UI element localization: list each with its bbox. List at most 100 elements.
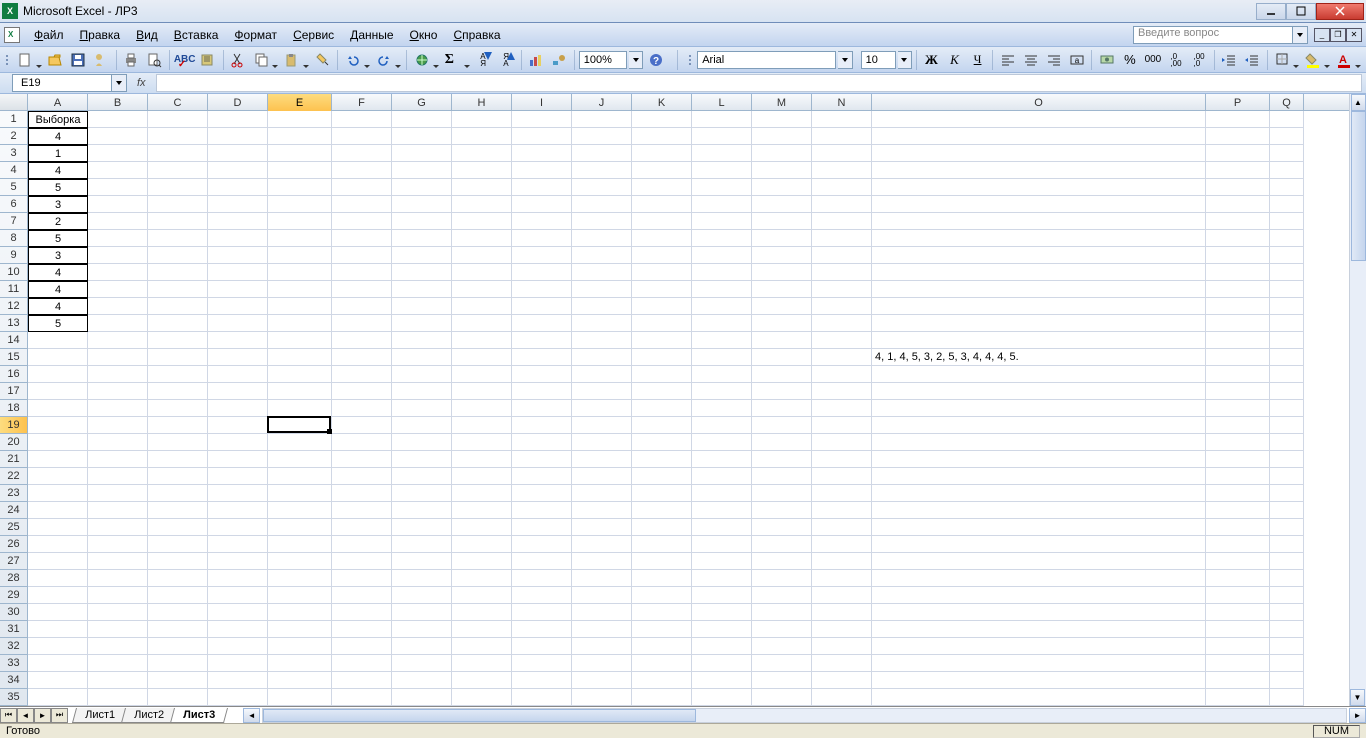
undo-button[interactable] bbox=[342, 49, 371, 71]
col-header-J[interactable]: J bbox=[572, 94, 632, 111]
cell-H24[interactable] bbox=[452, 502, 512, 519]
cell-I20[interactable] bbox=[512, 434, 572, 451]
cell-Q33[interactable] bbox=[1270, 655, 1304, 672]
cell-I2[interactable] bbox=[512, 128, 572, 145]
cell-P27[interactable] bbox=[1206, 553, 1270, 570]
cell-M20[interactable] bbox=[752, 434, 812, 451]
cell-I25[interactable] bbox=[512, 519, 572, 536]
cell-H2[interactable] bbox=[452, 128, 512, 145]
cell-J11[interactable] bbox=[572, 281, 632, 298]
doc-restore-button[interactable]: ❐ bbox=[1330, 28, 1346, 42]
cell-B6[interactable] bbox=[88, 196, 148, 213]
cell-M18[interactable] bbox=[752, 400, 812, 417]
redo-button[interactable] bbox=[373, 49, 402, 71]
cell-K7[interactable] bbox=[632, 213, 692, 230]
cell-K33[interactable] bbox=[632, 655, 692, 672]
row-header-27[interactable]: 27 bbox=[0, 553, 27, 570]
cell-I9[interactable] bbox=[512, 247, 572, 264]
cell-H6[interactable] bbox=[452, 196, 512, 213]
cell-G6[interactable] bbox=[392, 196, 452, 213]
cell-D10[interactable] bbox=[208, 264, 268, 281]
cell-P21[interactable] bbox=[1206, 451, 1270, 468]
cell-I21[interactable] bbox=[512, 451, 572, 468]
cell-M34[interactable] bbox=[752, 672, 812, 689]
cell-D1[interactable] bbox=[208, 111, 268, 128]
cell-C9[interactable] bbox=[148, 247, 208, 264]
cell-P12[interactable] bbox=[1206, 298, 1270, 315]
cell-O7[interactable] bbox=[872, 213, 1206, 230]
cell-C29[interactable] bbox=[148, 587, 208, 604]
cell-Q13[interactable] bbox=[1270, 315, 1304, 332]
cell-B35[interactable] bbox=[88, 689, 148, 706]
cell-P6[interactable] bbox=[1206, 196, 1270, 213]
cell-G21[interactable] bbox=[392, 451, 452, 468]
cell-O26[interactable] bbox=[872, 536, 1206, 553]
cell-K9[interactable] bbox=[632, 247, 692, 264]
row-header-19[interactable]: 19 bbox=[0, 417, 27, 434]
cell-N2[interactable] bbox=[812, 128, 872, 145]
cell-B11[interactable] bbox=[88, 281, 148, 298]
row-header-23[interactable]: 23 bbox=[0, 485, 27, 502]
cell-H10[interactable] bbox=[452, 264, 512, 281]
cell-A15[interactable] bbox=[28, 349, 88, 366]
menu-данные[interactable]: Данные bbox=[342, 26, 401, 44]
cell-I22[interactable] bbox=[512, 468, 572, 485]
cell-N14[interactable] bbox=[812, 332, 872, 349]
cell-E6[interactable] bbox=[268, 196, 332, 213]
bold-button[interactable]: Ж bbox=[921, 49, 942, 71]
cell-P19[interactable] bbox=[1206, 417, 1270, 434]
cell-I33[interactable] bbox=[512, 655, 572, 672]
cell-K35[interactable] bbox=[632, 689, 692, 706]
cell-N13[interactable] bbox=[812, 315, 872, 332]
cell-P1[interactable] bbox=[1206, 111, 1270, 128]
cell-H5[interactable] bbox=[452, 179, 512, 196]
row-header-32[interactable]: 32 bbox=[0, 638, 27, 655]
col-header-G[interactable]: G bbox=[392, 94, 452, 111]
cell-G13[interactable] bbox=[392, 315, 452, 332]
cell-Q26[interactable] bbox=[1270, 536, 1304, 553]
cell-B32[interactable] bbox=[88, 638, 148, 655]
cell-G30[interactable] bbox=[392, 604, 452, 621]
cell-G11[interactable] bbox=[392, 281, 452, 298]
cell-O22[interactable] bbox=[872, 468, 1206, 485]
cell-O32[interactable] bbox=[872, 638, 1206, 655]
align-left-button[interactable] bbox=[997, 49, 1018, 71]
cell-E10[interactable] bbox=[268, 264, 332, 281]
cell-A28[interactable] bbox=[28, 570, 88, 587]
cell-F14[interactable] bbox=[332, 332, 392, 349]
cell-J1[interactable] bbox=[572, 111, 632, 128]
cell-G1[interactable] bbox=[392, 111, 452, 128]
cell-K10[interactable] bbox=[632, 264, 692, 281]
font-name-dropdown[interactable] bbox=[838, 51, 852, 69]
cell-A16[interactable] bbox=[28, 366, 88, 383]
cell-C4[interactable] bbox=[148, 162, 208, 179]
cell-Q27[interactable] bbox=[1270, 553, 1304, 570]
cell-P31[interactable] bbox=[1206, 621, 1270, 638]
cell-Q9[interactable] bbox=[1270, 247, 1304, 264]
cell-J13[interactable] bbox=[572, 315, 632, 332]
cell-A3[interactable]: 1 bbox=[28, 145, 88, 162]
cell-E14[interactable] bbox=[268, 332, 332, 349]
formula-input[interactable] bbox=[156, 74, 1362, 92]
cell-F9[interactable] bbox=[332, 247, 392, 264]
cell-E9[interactable] bbox=[268, 247, 332, 264]
row-header-33[interactable]: 33 bbox=[0, 655, 27, 672]
cell-E8[interactable] bbox=[268, 230, 332, 247]
cell-F31[interactable] bbox=[332, 621, 392, 638]
cell-L13[interactable] bbox=[692, 315, 752, 332]
cell-K3[interactable] bbox=[632, 145, 692, 162]
cell-O33[interactable] bbox=[872, 655, 1206, 672]
cell-L2[interactable] bbox=[692, 128, 752, 145]
cell-F8[interactable] bbox=[332, 230, 392, 247]
cell-L7[interactable] bbox=[692, 213, 752, 230]
cell-B19[interactable] bbox=[88, 417, 148, 434]
cell-Q14[interactable] bbox=[1270, 332, 1304, 349]
cell-J23[interactable] bbox=[572, 485, 632, 502]
cell-C21[interactable] bbox=[148, 451, 208, 468]
cell-E12[interactable] bbox=[268, 298, 332, 315]
cell-O27[interactable] bbox=[872, 553, 1206, 570]
cell-A1[interactable]: Выборка bbox=[28, 111, 88, 128]
cell-B21[interactable] bbox=[88, 451, 148, 468]
cell-B14[interactable] bbox=[88, 332, 148, 349]
cell-I29[interactable] bbox=[512, 587, 572, 604]
